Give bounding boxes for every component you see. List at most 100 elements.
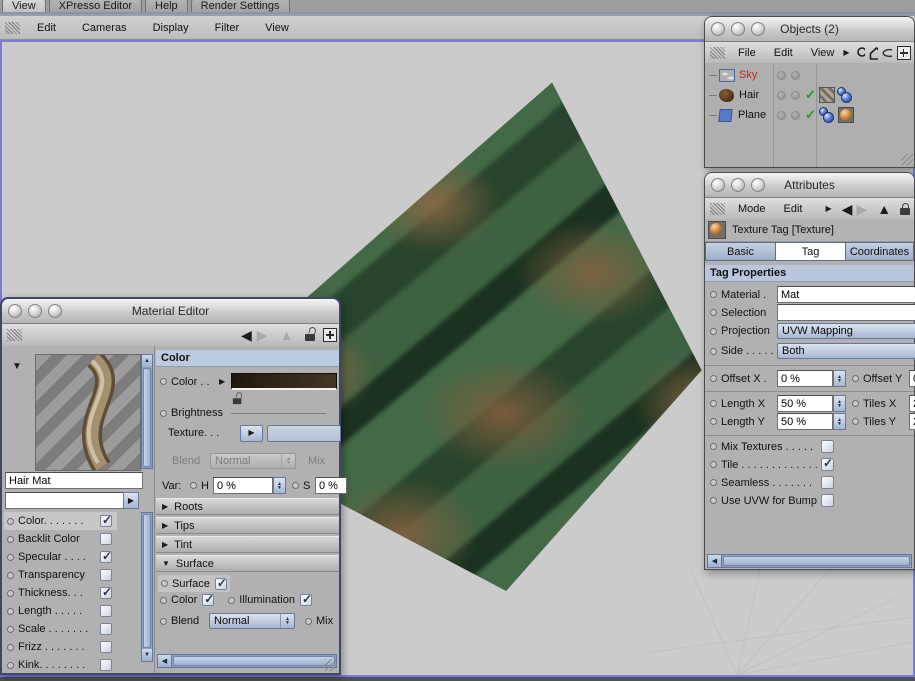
object-row-plane[interactable]: Plane bbox=[709, 105, 766, 125]
brightness-slider-line[interactable] bbox=[230, 412, 326, 414]
unlock-icon[interactable] bbox=[305, 329, 316, 342]
channel-row-color[interactable]: Color. . . . . . . bbox=[4, 512, 117, 530]
attributes-title-bar[interactable]: Attributes bbox=[705, 173, 914, 198]
material-preview[interactable] bbox=[35, 351, 141, 473]
material-name-input[interactable] bbox=[5, 472, 143, 489]
channel-scale-checkbox[interactable] bbox=[100, 623, 112, 635]
home-icon[interactable] bbox=[869, 46, 879, 60]
offset-x-stepper[interactable] bbox=[833, 370, 846, 387]
grip-handle-icon[interactable] bbox=[710, 203, 725, 215]
history-forward-icon[interactable]: ▶ bbox=[856, 202, 867, 216]
tab-tag[interactable]: Tag bbox=[775, 242, 846, 261]
length-y-stepper[interactable] bbox=[833, 413, 846, 430]
scroll-down-arrow-icon[interactable]: ▼ bbox=[142, 649, 152, 661]
tab-coordinates[interactable]: Coordinates bbox=[845, 242, 914, 261]
projection-dropdown[interactable]: UVW Mapping bbox=[777, 323, 915, 339]
sky-visibility-dots[interactable] bbox=[777, 65, 800, 85]
offset-y-input[interactable] bbox=[909, 370, 915, 387]
offset-x-input[interactable] bbox=[777, 370, 833, 387]
channel-row-length[interactable]: Length . . . . . bbox=[4, 602, 117, 620]
menu-view[interactable]: View bbox=[252, 22, 302, 34]
menu-overflow-arrow-icon[interactable]: ▶ bbox=[843, 49, 849, 57]
grip-handle-icon[interactable] bbox=[5, 21, 20, 34]
channel-row-backlit-color[interactable]: Backlit Color bbox=[4, 530, 117, 548]
preview-options-arrow-icon[interactable]: ▼ bbox=[12, 362, 22, 372]
var-h-stepper[interactable] bbox=[273, 477, 286, 494]
panel-resize-grip[interactable] bbox=[901, 154, 913, 166]
plane-visibility-dots[interactable]: ✓ bbox=[777, 105, 816, 125]
length-y-input[interactable] bbox=[777, 413, 833, 430]
illumination-checkbox[interactable] bbox=[299, 592, 312, 606]
objects-menu-file[interactable]: File bbox=[729, 47, 765, 59]
color-swatch[interactable] bbox=[231, 373, 338, 390]
channel-specular-checkbox[interactable] bbox=[100, 549, 112, 563]
history-back-icon[interactable]: ◀ bbox=[842, 202, 853, 216]
var-s-input[interactable] bbox=[315, 477, 347, 494]
menu-cameras[interactable]: Cameras bbox=[69, 22, 140, 34]
history-back-icon[interactable]: ◀ bbox=[241, 328, 252, 342]
grip-handle-icon[interactable] bbox=[710, 47, 725, 59]
channel-row-thickness[interactable]: Thickness. . . bbox=[4, 584, 117, 602]
tab-help[interactable]: Help bbox=[145, 0, 188, 12]
texture-path-field[interactable] bbox=[267, 424, 341, 442]
tile-checkbox[interactable] bbox=[821, 456, 834, 471]
expand-arrow-icon[interactable]: ▶ bbox=[219, 377, 225, 386]
surface-color-checkbox[interactable] bbox=[202, 592, 214, 606]
selection-input[interactable] bbox=[777, 304, 915, 321]
objects-menu-view[interactable]: View bbox=[802, 47, 844, 59]
channel-row-transparency[interactable]: Transparency bbox=[4, 566, 117, 584]
use-uvw-checkbox[interactable] bbox=[821, 494, 834, 507]
menu-filter[interactable]: Filter bbox=[202, 22, 252, 34]
coordinates-tag-icon[interactable] bbox=[837, 87, 853, 103]
material-search-input[interactable] bbox=[5, 492, 126, 509]
section-tips[interactable]: ▶ Tips bbox=[156, 517, 339, 534]
lock-icon[interactable] bbox=[900, 202, 911, 216]
channel-row-specular[interactable]: Specular . . . . bbox=[4, 548, 117, 566]
hair-visibility-dots[interactable]: ✓ bbox=[777, 85, 816, 105]
new-window-icon[interactable] bbox=[323, 328, 338, 342]
scrollbar-thumb[interactable] bbox=[143, 514, 151, 648]
tab-render-settings[interactable]: Render Settings bbox=[190, 0, 290, 12]
material-swatch-tag-icon[interactable] bbox=[819, 87, 835, 103]
scrollbar-thumb[interactable] bbox=[173, 656, 335, 666]
channel-row-scale[interactable]: Scale . . . . . . . bbox=[4, 620, 117, 638]
enabled-check-icon[interactable]: ✓ bbox=[805, 87, 816, 103]
tab-xpresso-editor[interactable]: XPresso Editor bbox=[48, 0, 143, 12]
channel-frizz-checkbox[interactable] bbox=[100, 641, 112, 653]
channel-length-checkbox[interactable] bbox=[100, 605, 112, 617]
scrollbar-thumb[interactable] bbox=[143, 368, 151, 467]
section-tint[interactable]: ▶ Tint bbox=[156, 536, 339, 553]
channel-transparency-checkbox[interactable] bbox=[100, 569, 112, 581]
scroll-up-arrow-icon[interactable]: ▲ bbox=[142, 355, 152, 367]
length-x-stepper[interactable] bbox=[833, 395, 846, 412]
menu-edit[interactable]: Edit bbox=[24, 22, 69, 34]
object-row-sky[interactable]: Sky bbox=[709, 65, 757, 85]
length-x-input[interactable] bbox=[777, 395, 833, 412]
channel-list-vertical-scrollbar[interactable]: ▼ bbox=[141, 512, 153, 662]
history-forward-icon[interactable]: ▶ bbox=[257, 328, 268, 342]
seamless-checkbox[interactable] bbox=[821, 476, 834, 489]
var-h-input[interactable] bbox=[213, 477, 273, 494]
mix-textures-checkbox[interactable] bbox=[821, 440, 834, 453]
section-roots[interactable]: ▶ Roots bbox=[156, 498, 339, 515]
texture-tag-icon[interactable] bbox=[838, 107, 854, 123]
visibility-eye-icon[interactable] bbox=[882, 48, 892, 58]
attributes-horizontal-scrollbar[interactable]: ◀ bbox=[707, 554, 912, 568]
material-list-arrow-button[interactable]: ▶ bbox=[123, 492, 139, 509]
channel-backlit-checkbox[interactable] bbox=[100, 533, 112, 545]
surface-checkbox[interactable] bbox=[214, 576, 227, 590]
parent-up-icon[interactable]: ▲ bbox=[280, 328, 294, 342]
parent-up-icon[interactable]: ▲ bbox=[877, 202, 891, 216]
channel-thickness-checkbox[interactable] bbox=[100, 585, 112, 599]
search-icon[interactable] bbox=[856, 46, 865, 60]
coordinates-tag-icon[interactable] bbox=[819, 107, 835, 123]
side-dropdown[interactable]: Both bbox=[777, 343, 915, 359]
channel-row-kink[interactable]: Kink. . . . . . . . bbox=[4, 656, 117, 674]
enabled-check-icon[interactable]: ✓ bbox=[805, 107, 816, 123]
scroll-left-arrow-icon[interactable]: ◀ bbox=[158, 655, 172, 667]
channel-row-frizz[interactable]: Frizz . . . . . . . bbox=[4, 638, 117, 656]
channel-color-checkbox[interactable] bbox=[100, 513, 112, 527]
color-lock-icon[interactable] bbox=[232, 394, 242, 405]
tab-view[interactable]: View bbox=[2, 0, 46, 12]
material-input[interactable] bbox=[777, 286, 915, 303]
